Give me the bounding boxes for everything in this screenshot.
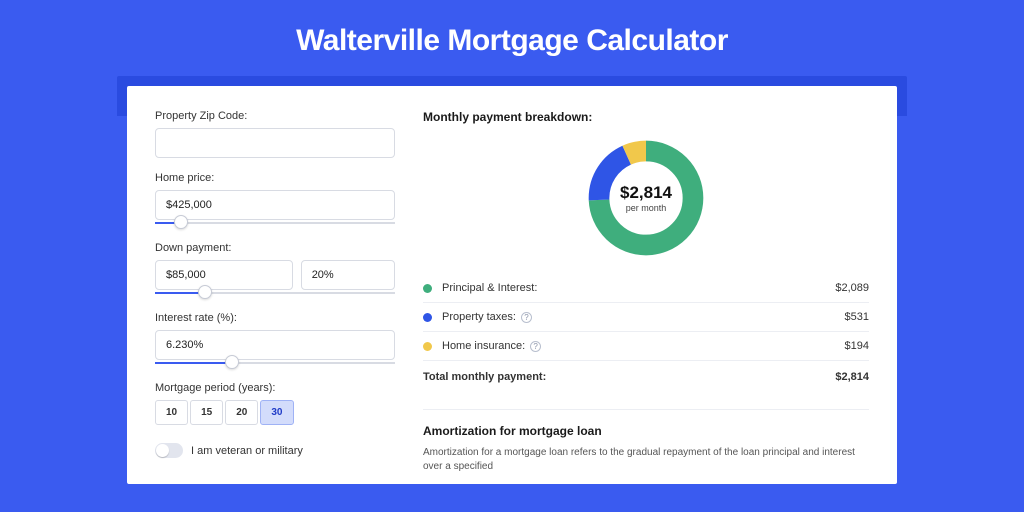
period-options: 10 15 20 30 [155,400,395,425]
slider-thumb[interactable] [225,355,239,369]
legend-label: Property taxes: ? [442,311,845,323]
down-payment-input[interactable] [155,260,293,290]
period-btn-20[interactable]: 20 [225,400,258,425]
calculator-card: Property Zip Code: Home price: Down paym… [127,86,897,484]
veteran-toggle[interactable] [155,443,183,458]
amortization-block: Amortization for mortgage loan Amortizat… [423,409,869,474]
breakdown-column: Monthly payment breakdown: $2,814 per mo… [423,110,869,474]
breakdown-title: Monthly payment breakdown: [423,110,869,124]
legend-label: Home insurance: ? [442,340,845,352]
info-icon[interactable]: ? [530,341,541,352]
amortization-text: Amortization for a mortgage loan refers … [423,446,869,474]
donut-chart: $2,814 per month [423,136,869,260]
home-price-label: Home price: [155,172,395,184]
donut-sub: per month [626,203,667,213]
dot-icon [423,342,432,351]
legend-text: Principal & Interest: [442,282,537,294]
period-field: Mortgage period (years): 10 15 20 30 [155,382,395,425]
legend-text: Home insurance: [442,340,525,352]
total-value: $2,814 [835,371,869,383]
slider-fill [155,292,203,294]
zip-field: Property Zip Code: [155,110,395,158]
legend-label: Principal & Interest: [442,282,835,294]
down-payment-label: Down payment: [155,242,395,254]
veteran-label: I am veteran or military [191,445,303,457]
toggle-knob [156,444,169,457]
legend-value: $531 [845,311,869,323]
dot-icon [423,284,432,293]
period-btn-30[interactable]: 30 [260,400,293,425]
down-payment-field: Down payment: [155,242,395,298]
legend-text: Property taxes: [442,311,516,323]
interest-slider[interactable] [155,358,395,368]
zip-input[interactable] [155,128,395,158]
legend-insurance: Home insurance: ? $194 [423,332,869,361]
interest-label: Interest rate (%): [155,312,395,324]
legend-value: $2,089 [835,282,869,294]
down-payment-pct-input[interactable] [301,260,395,290]
legend-total: Total monthly payment: $2,814 [423,361,869,391]
interest-input[interactable] [155,330,395,360]
slider-thumb[interactable] [174,215,188,229]
dot-icon [423,313,432,322]
veteran-row: I am veteran or military [155,443,395,458]
legend-taxes: Property taxes: ? $531 [423,303,869,332]
slider-fill [155,362,229,364]
home-price-slider[interactable] [155,218,395,228]
total-label: Total monthly payment: [423,371,835,383]
info-icon[interactable]: ? [521,312,532,323]
amortization-title: Amortization for mortgage loan [423,424,869,438]
period-btn-10[interactable]: 10 [155,400,188,425]
home-price-input[interactable] [155,190,395,220]
period-label: Mortgage period (years): [155,382,395,394]
form-column: Property Zip Code: Home price: Down paym… [155,110,395,474]
home-price-field: Home price: [155,172,395,228]
legend-principal: Principal & Interest: $2,089 [423,274,869,303]
zip-label: Property Zip Code: [155,110,395,122]
period-btn-15[interactable]: 15 [190,400,223,425]
slider-track [155,222,395,224]
legend-value: $194 [845,340,869,352]
donut-amount: $2,814 [620,183,672,203]
down-payment-slider[interactable] [155,288,395,298]
slider-thumb[interactable] [198,285,212,299]
interest-field: Interest rate (%): [155,312,395,368]
donut-center: $2,814 per month [584,136,708,260]
page-title: Walterville Mortgage Calculator [0,0,1024,76]
